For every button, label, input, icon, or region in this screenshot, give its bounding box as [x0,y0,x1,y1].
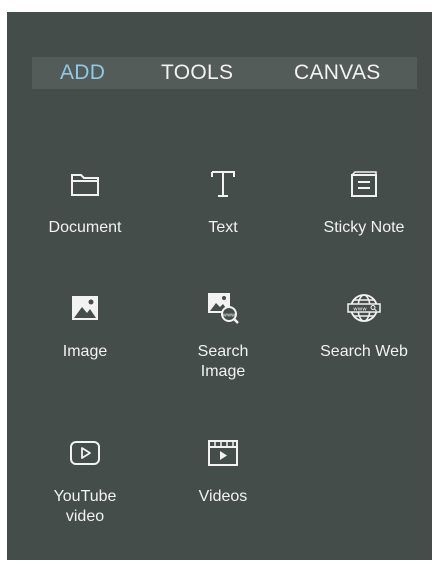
videos-label: Videos [198,488,248,505]
videos-button[interactable]: Videos [163,436,283,516]
folder-icon [68,167,102,201]
youtube-video-button[interactable]: YouTube video [25,436,145,536]
image-button[interactable]: Image [25,291,145,371]
globe-www-search-icon: www [347,291,381,325]
search-web-button[interactable]: www Search Web [304,291,424,371]
sticky-note-button[interactable]: Sticky Note [304,167,424,247]
image-icon [68,291,102,325]
sticky-note-label: Sticky Note [323,219,405,236]
tab-tools[interactable]: TOOLS [161,57,233,89]
document-label: Document [48,219,122,236]
add-panel: ADD TOOLS CANVAS Document Text Sticky No… [7,12,432,560]
search-web-label: Search Web [320,343,408,360]
search-image-label: Search Image [197,343,249,380]
video-clapper-icon [206,436,240,470]
tab-canvas[interactable]: CANVAS [294,57,381,89]
svg-text:www: www [353,307,367,313]
document-button[interactable]: Document [25,167,145,247]
text-t-icon [206,167,240,201]
tab-bar: ADD TOOLS CANVAS [32,57,417,89]
youtube-video-label: YouTube video [53,488,117,525]
text-label: Text [208,219,238,236]
tab-add[interactable]: ADD [60,57,105,89]
image-search-icon: www [206,291,240,325]
text-button[interactable]: Text [163,167,283,247]
sticky-note-icon [347,167,381,201]
image-label: Image [62,343,108,360]
svg-text:www: www [223,313,235,319]
play-button-icon [68,436,102,470]
search-image-button[interactable]: www Search Image [163,291,283,391]
